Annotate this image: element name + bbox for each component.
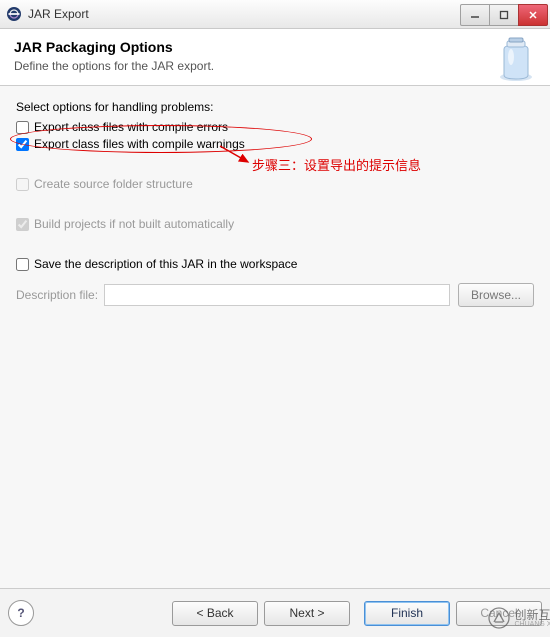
build-projects-label: Build projects if not built automaticall… (34, 217, 234, 231)
help-button[interactable]: ? (8, 600, 34, 626)
create-structure-checkbox (16, 178, 29, 191)
next-button[interactable]: Next > (264, 601, 350, 626)
maximize-button[interactable] (489, 4, 519, 26)
export-errors-label: Export class files with compile errors (34, 120, 228, 134)
option-build-row: Build projects if not built automaticall… (16, 217, 534, 231)
window-title: JAR Export (28, 7, 89, 21)
minimize-button[interactable] (460, 4, 490, 26)
save-description-checkbox[interactable] (16, 258, 29, 271)
back-button[interactable]: < Back (172, 601, 258, 626)
title-bar: JAR Export (0, 0, 550, 29)
description-file-label: Description file: (16, 288, 98, 302)
watermark-subtext: CHUANG XIN HU LIAN (514, 621, 550, 628)
wizard-button-bar: ? < Back Next > Finish Cancel 创新互联 CHUAN… (0, 588, 550, 637)
problems-section-label: Select options for handling problems: (16, 100, 534, 114)
page-title: JAR Packaging Options (14, 39, 536, 55)
save-description-label: Save the description of this JAR in the … (34, 257, 297, 271)
close-button[interactable] (518, 4, 548, 26)
option-save-desc-row: Save the description of this JAR in the … (16, 257, 534, 271)
watermark-icon (488, 607, 510, 629)
export-errors-checkbox[interactable] (16, 121, 29, 134)
wizard-header: JAR Packaging Options Define the options… (0, 29, 550, 86)
window-controls (461, 4, 548, 24)
option-export-warnings-row: Export class files with compile warnings (16, 137, 534, 151)
description-file-input (104, 284, 450, 306)
help-icon: ? (17, 606, 24, 620)
watermark: 创新互联 CHUANG XIN HU LIAN (488, 607, 550, 629)
finish-button[interactable]: Finish (364, 601, 450, 626)
option-structure-row: Create source folder structure (16, 177, 534, 191)
build-projects-checkbox (16, 218, 29, 231)
browse-button: Browse... (458, 283, 534, 307)
description-file-row: Description file: Browse... (16, 283, 534, 307)
app-icon (6, 6, 22, 22)
create-structure-label: Create source folder structure (34, 177, 193, 191)
watermark-text: 创新互联 (514, 609, 550, 621)
export-warnings-checkbox[interactable] (16, 138, 29, 151)
jar-icon (490, 35, 538, 83)
page-subtitle: Define the options for the JAR export. (14, 59, 536, 73)
wizard-content: Select options for handling problems: Ex… (0, 86, 550, 594)
option-export-errors-row: Export class files with compile errors (16, 120, 534, 134)
export-warnings-label: Export class files with compile warnings (34, 137, 245, 151)
